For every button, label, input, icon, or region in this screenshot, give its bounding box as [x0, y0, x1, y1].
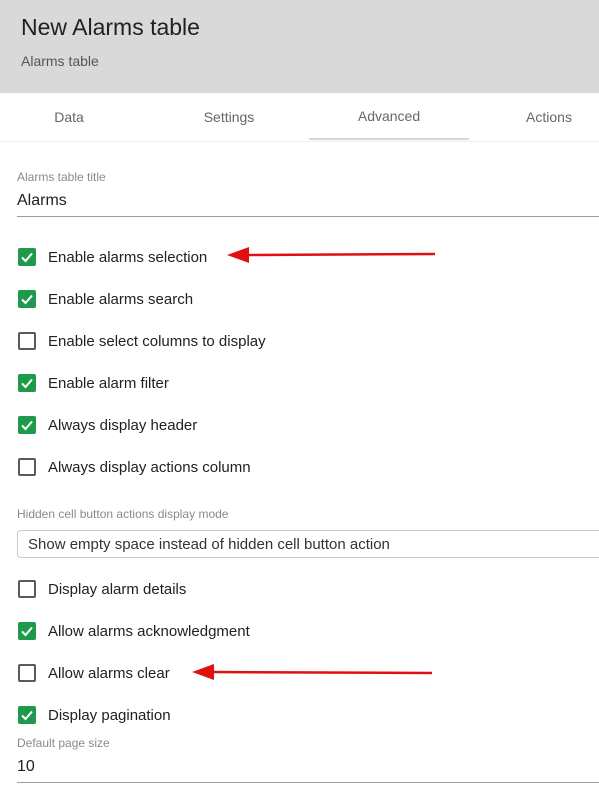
checkbox-label: Display alarm details: [48, 580, 187, 598]
arrow-left-icon: [192, 664, 433, 680]
tab-advanced[interactable]: Advanced: [309, 93, 469, 140]
check-icon: [18, 416, 36, 434]
display-mode-select[interactable]: Show empty space instead of hidden cell …: [17, 530, 599, 558]
title-field-label: Alarms table title: [17, 170, 106, 184]
tab-bar: Data Settings Advanced Actions: [0, 93, 599, 141]
page-size-input[interactable]: 10: [17, 758, 35, 776]
display-mode-label: Hidden cell button actions display mode: [17, 507, 229, 521]
check-icon: [18, 706, 36, 724]
checkbox-label: Enable alarms selection: [48, 248, 208, 266]
title-field-underline: [17, 216, 599, 217]
dialog-header: New Alarms table Alarms table: [0, 0, 599, 93]
checkbox-unchecked: [18, 332, 36, 350]
dialog-subtitle: Alarms table: [21, 53, 99, 69]
tab-settings[interactable]: Settings: [149, 93, 309, 140]
checkbox-label: Always display actions column: [48, 458, 251, 476]
check-icon: [18, 248, 36, 266]
enable-alarm-filter-checkbox[interactable]: Enable alarm filter: [17, 371, 169, 395]
tab-divider: [0, 141, 599, 142]
enable-alarms-search-checkbox[interactable]: Enable alarms search: [17, 287, 193, 311]
arrow-left-icon: [227, 247, 436, 263]
display-alarm-details-checkbox[interactable]: Display alarm details: [17, 577, 186, 601]
page-size-underline: [17, 782, 599, 783]
always-display-header-checkbox[interactable]: Always display header: [17, 413, 197, 437]
page-size-label: Default page size: [17, 736, 110, 750]
check-icon: [18, 622, 36, 640]
enable-select-columns-checkbox[interactable]: Enable select columns to display: [17, 329, 266, 353]
display-pagination-checkbox[interactable]: Display pagination: [17, 703, 171, 727]
checkbox-label: Enable select columns to display: [48, 332, 266, 350]
allow-alarms-acknowledgment-checkbox[interactable]: Allow alarms acknowledgment: [17, 619, 250, 643]
checkbox-label: Always display header: [48, 416, 198, 434]
tab-actions[interactable]: Actions: [469, 93, 599, 140]
checkbox-label: Allow alarms clear: [48, 664, 170, 682]
checkbox-unchecked: [18, 664, 36, 682]
checkbox-unchecked: [18, 458, 36, 476]
dialog-title: New Alarms table: [21, 14, 200, 40]
checkbox-unchecked: [18, 580, 36, 598]
enable-alarms-selection-checkbox[interactable]: Enable alarms selection: [17, 245, 207, 269]
checkbox-label: Enable alarms search: [48, 290, 194, 308]
allow-alarms-clear-checkbox[interactable]: Allow alarms clear: [17, 661, 170, 685]
tab-data[interactable]: Data: [0, 93, 149, 140]
checkbox-label: Allow alarms acknowledgment: [48, 622, 250, 640]
always-display-actions-column-checkbox[interactable]: Always display actions column: [17, 455, 251, 479]
check-icon: [18, 290, 36, 308]
checkbox-label: Display pagination: [48, 706, 171, 724]
check-icon: [18, 374, 36, 392]
checkbox-label: Enable alarm filter: [48, 374, 169, 392]
title-field-input[interactable]: Alarms: [17, 192, 67, 210]
